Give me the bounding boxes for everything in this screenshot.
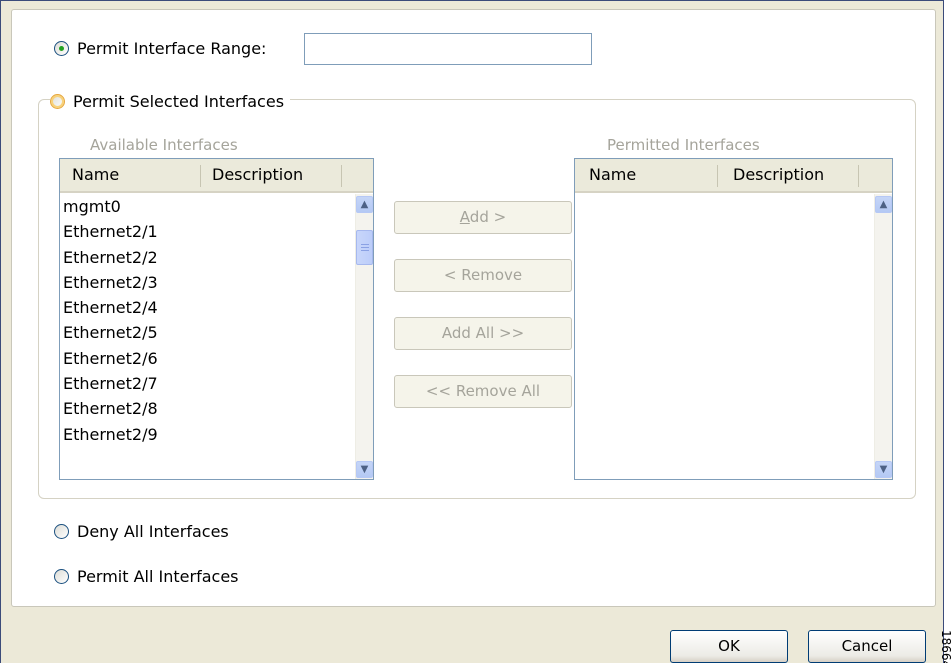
list-item[interactable]: Ethernet2/7 [60, 371, 158, 396]
chevron-up-icon[interactable]: ▲ [356, 196, 373, 213]
add-mnemonic: A [459, 208, 470, 226]
available-interfaces-caption: Available Interfaces [90, 136, 238, 154]
deny-all-radio[interactable] [54, 524, 69, 539]
chevron-down-icon[interactable]: ▼ [875, 461, 892, 478]
cancel-button[interactable]: Cancel [808, 630, 926, 663]
available-list-body: mgmt0 Ethernet2/1 Ethernet2/2 Ethernet2/3 Et… [60, 194, 158, 447]
remove-all-button[interactable]: << Remove All [394, 375, 572, 408]
permitted-interfaces-caption: Permitted Interfaces [607, 136, 760, 154]
list-item[interactable]: Ethernet2/1 [60, 219, 158, 244]
permitted-scrollbar[interactable]: ▲ ▼ [874, 194, 892, 479]
list-item[interactable]: Ethernet2/5 [60, 320, 158, 345]
list-item[interactable]: Ethernet2/4 [60, 295, 158, 320]
add-label: dd > [469, 208, 507, 226]
deny-all-option[interactable]: Deny All Interfaces [54, 522, 229, 541]
permit-selected-option[interactable]: Permit Selected Interfaces [50, 92, 291, 111]
column-divider[interactable] [858, 165, 859, 187]
chevron-down-icon[interactable]: ▼ [356, 461, 373, 478]
list-item[interactable]: Ethernet2/3 [60, 270, 158, 295]
scroll-thumb[interactable] [356, 230, 373, 265]
permit-all-radio[interactable] [54, 569, 69, 584]
remove-button[interactable]: < Remove [394, 259, 572, 292]
list-item[interactable]: Ethernet2/8 [60, 396, 158, 421]
permitted-col-description[interactable]: Description [733, 159, 824, 191]
available-scrollbar[interactable]: ▲ ▼ [355, 194, 373, 479]
available-interfaces-list[interactable]: Name Description mgmt0 Ethernet2/1 Etherne… [59, 158, 374, 480]
permit-all-label: Permit All Interfaces [77, 567, 239, 586]
permit-range-option[interactable]: Permit Interface Range: [54, 39, 266, 58]
permit-range-radio[interactable] [54, 41, 69, 56]
permit-selected-radio[interactable] [50, 94, 65, 109]
list-item[interactable]: Ethernet2/9 [60, 422, 158, 447]
add-button[interactable]: Add > [394, 201, 572, 234]
permit-all-option[interactable]: Permit All Interfaces [54, 567, 239, 586]
list-item[interactable]: Ethernet2/2 [60, 245, 158, 270]
available-col-name[interactable]: Name [72, 159, 119, 191]
interface-range-input[interactable] [304, 33, 592, 65]
options-panel: Permit Interface Range: Permit Selected … [11, 9, 936, 607]
permitted-interfaces-list[interactable]: Name Description ▲ ▼ [574, 158, 893, 480]
figure-id-text: 186647 [939, 630, 951, 663]
available-col-description[interactable]: Description [212, 159, 303, 191]
list-item[interactable]: Ethernet2/6 [60, 346, 158, 371]
column-divider[interactable] [717, 165, 718, 187]
permit-selected-label: Permit Selected Interfaces [73, 92, 285, 111]
list-item[interactable]: mgmt0 [60, 194, 158, 219]
interface-permission-dialog: Permit Interface Range: Permit Selected … [0, 0, 944, 663]
available-list-header: Name Description [60, 159, 373, 193]
figure-id: 186647 [938, 630, 951, 663]
deny-all-label: Deny All Interfaces [77, 522, 229, 541]
permitted-col-name[interactable]: Name [589, 159, 636, 191]
column-divider[interactable] [341, 165, 342, 187]
chevron-up-icon[interactable]: ▲ [875, 196, 892, 213]
permit-range-label: Permit Interface Range: [77, 39, 267, 58]
add-all-button[interactable]: Add All >> [394, 317, 572, 350]
column-divider[interactable] [200, 165, 201, 187]
permitted-list-header: Name Description [575, 159, 892, 193]
ok-button[interactable]: OK [670, 630, 788, 663]
